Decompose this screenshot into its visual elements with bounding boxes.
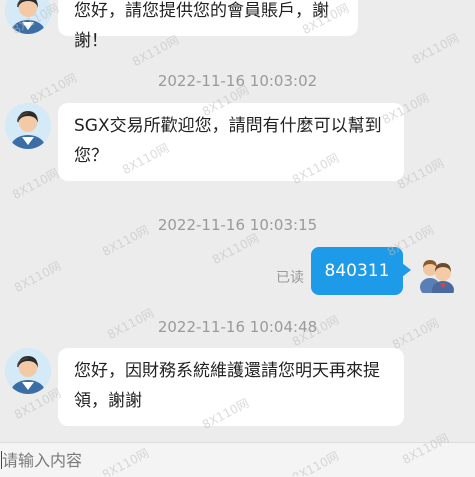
user-avatar-icon <box>413 247 459 293</box>
text-cursor <box>1 451 2 469</box>
message-timestamp: 2022-11-16 10:03:15 <box>157 216 318 234</box>
agent-avatar-icon <box>5 348 51 394</box>
message-input-bar <box>0 442 475 477</box>
agent-avatar-icon <box>5 0 51 34</box>
message-bubble[interactable]: SGX交易所歡迎您，請問有什麼可以幫到 您？ <box>58 103 404 181</box>
message-text: 您好，因財務系統維護還請您明天再來提 <box>74 361 380 381</box>
message-text: 您好，請您提供您的會員賬戶，謝謝！ <box>74 1 329 51</box>
message-input[interactable] <box>0 443 475 477</box>
chat-area[interactable]: 您好，請您提供您的會員賬戶，謝謝！ 2022-11-16 10:03:02 SG… <box>0 0 475 440</box>
message-timestamp: 2022-11-16 10:04:48 <box>157 318 318 336</box>
read-status: 已读 <box>276 270 304 286</box>
message-text: 840311 <box>324 261 390 281</box>
message-text: 領，謝謝 <box>74 391 142 411</box>
sent-message-bubble[interactable]: 840311 <box>311 247 411 295</box>
message-text: SGX交易所歡迎您，請問有什麼可以幫到 <box>74 116 382 136</box>
message-bubble[interactable]: 您好，請您提供您的會員賬戶，謝謝！ <box>58 0 358 51</box>
message-text: 您？ <box>74 146 108 166</box>
agent-avatar-icon <box>5 103 51 149</box>
message-timestamp: 2022-11-16 10:03:02 <box>157 72 318 90</box>
message-bubble[interactable]: 您好，因財務系統維護還請您明天再來提 領，謝謝 <box>58 348 404 426</box>
